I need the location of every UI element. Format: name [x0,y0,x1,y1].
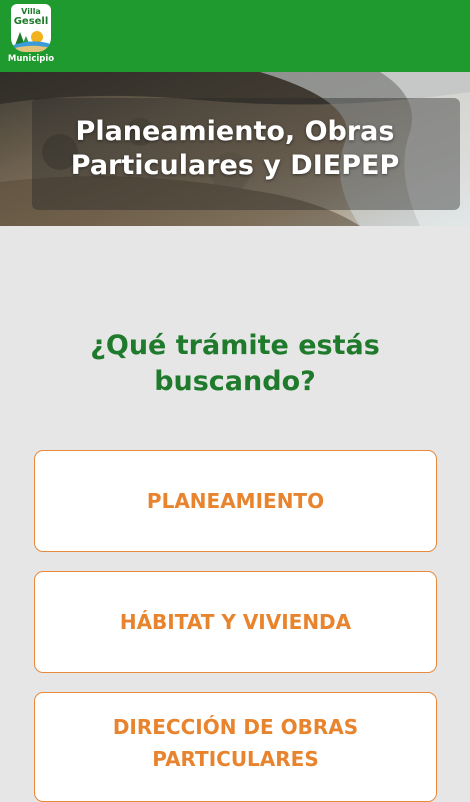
logo-text: Villa Gesell [11,7,51,27]
municipio-logo[interactable]: Villa Gesell Municipio [8,4,54,66]
logo-line-2: Gesell [13,16,49,27]
option-label: HÁBITAT Y VIVIENDA [119,610,352,634]
option-obras-particulares[interactable]: DIRECCIÓN DE OBRAS PARTICULARES [34,692,437,802]
logo-landscape-icon [11,31,51,52]
option-habitat-y-vivienda[interactable]: HÁBITAT Y VIVIENDA [34,571,437,673]
option-label: PLANEAMIENTO [146,489,325,513]
section-heading: ¿Qué trámite estás buscando? [90,330,380,397]
option-label: DIRECCIÓN DE OBRAS PARTICULARES [112,715,359,771]
logo-line-1: Villa [21,7,41,16]
logo-badge: Villa Gesell [11,4,51,52]
page-title: Planeamiento, Obras Particulares y DIEPE… [70,116,400,181]
option-planeamiento[interactable]: PLANEAMIENTO [34,450,437,552]
hero-banner: Planeamiento, Obras Particulares y DIEPE… [0,72,470,226]
top-bar: Villa Gesell Municipio [0,0,470,72]
logo-caption: Municipio [7,54,55,64]
